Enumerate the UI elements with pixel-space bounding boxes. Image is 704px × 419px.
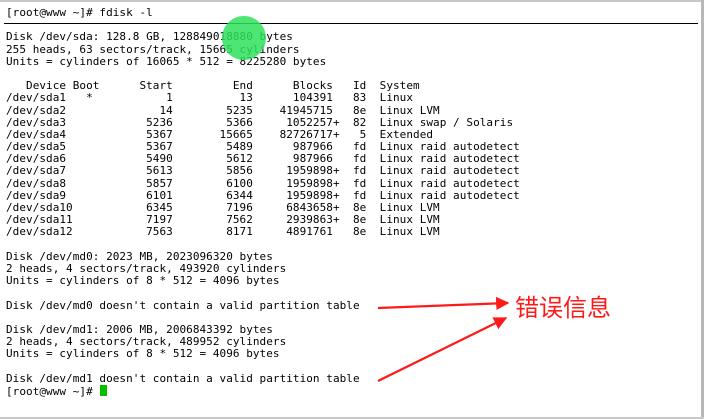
annotation-arrow-md0 [377,296,510,311]
annotation-label: 错误信息 [515,294,611,322]
terminal-window[interactable]: [root@www ~]# fdisk -l Disk /dev/sda: 12… [0,0,704,419]
annotation-overlay [377,296,510,382]
annotation-arrow-md1 [377,317,508,382]
